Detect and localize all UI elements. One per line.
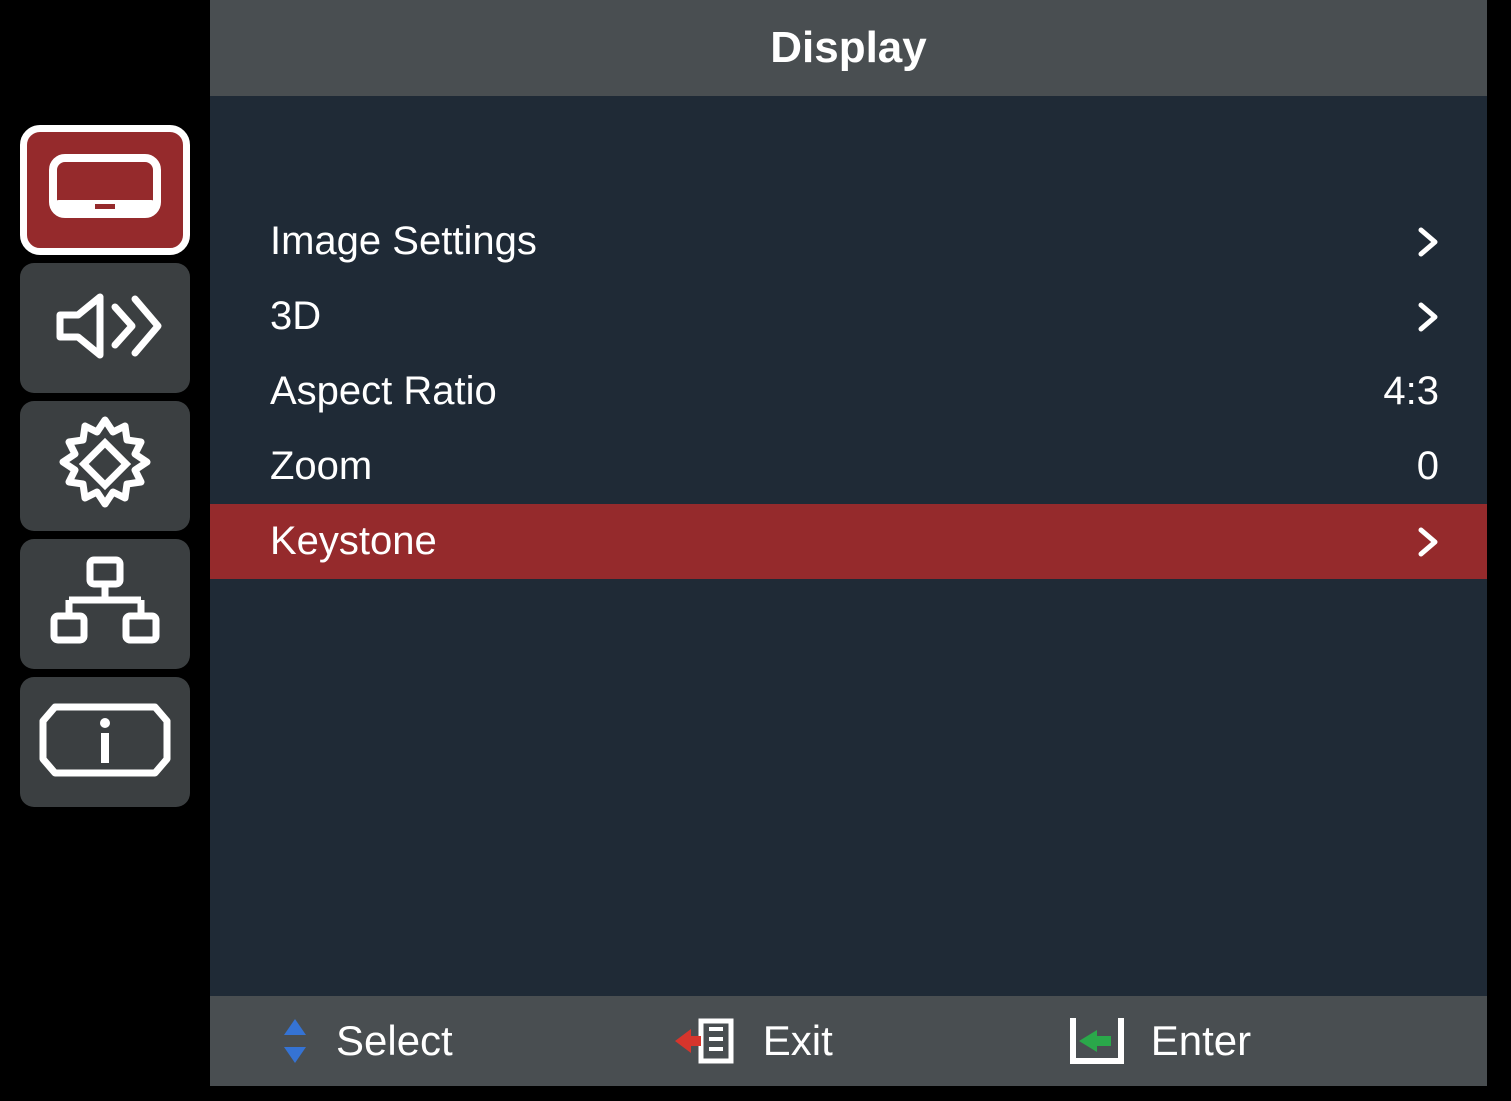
sidebar-tab-audio[interactable] — [20, 263, 190, 393]
display-icon — [45, 148, 165, 233]
network-icon — [40, 554, 170, 655]
hint-enter: Enter — [1063, 1015, 1251, 1067]
menu-title: Display — [770, 23, 927, 73]
hint-label: Exit — [763, 1017, 833, 1065]
chevron-right-icon — [1417, 526, 1439, 558]
info-icon — [35, 695, 175, 790]
gear-icon — [55, 414, 155, 519]
menu-list: Image Settings 3D Aspect Ratio 4:3 Zoom … — [210, 204, 1487, 579]
menu-item-3d[interactable]: 3D — [210, 279, 1487, 354]
exit-icon — [673, 1015, 737, 1067]
menu-label: Keystone — [270, 519, 437, 564]
sidebar-tab-info[interactable] — [20, 677, 190, 807]
sidebar-tab-setup[interactable] — [20, 401, 190, 531]
enter-icon — [1063, 1015, 1125, 1067]
menu-label: Aspect Ratio — [270, 369, 497, 414]
menu-item-zoom[interactable]: Zoom 0 — [210, 429, 1487, 504]
menu-value: 0 — [1417, 444, 1439, 489]
chevron-right-icon — [1417, 226, 1439, 258]
chevron-right-icon — [1417, 301, 1439, 333]
menu-panel: Image Settings 3D Aspect Ratio 4:3 Zoom … — [210, 96, 1487, 996]
menu-header: Display — [210, 0, 1487, 96]
footer-hints: Select Exit Enter — [210, 996, 1487, 1086]
sidebar-tab-network[interactable] — [20, 539, 190, 669]
sidebar — [20, 125, 190, 807]
menu-label: Zoom — [270, 444, 372, 489]
menu-item-aspect-ratio[interactable]: Aspect Ratio 4:3 — [210, 354, 1487, 429]
menu-label: 3D — [270, 294, 321, 339]
menu-value: 4:3 — [1383, 369, 1439, 414]
hint-label: Select — [336, 1017, 453, 1065]
sidebar-tab-display[interactable] — [20, 125, 190, 255]
hint-select: Select — [280, 1017, 453, 1065]
menu-item-image-settings[interactable]: Image Settings — [210, 204, 1487, 279]
osd-menu: Display — [0, 0, 1511, 1101]
menu-item-keystone[interactable]: Keystone — [210, 504, 1487, 579]
hint-exit: Exit — [673, 1015, 833, 1067]
updown-icon — [280, 1017, 310, 1065]
hint-label: Enter — [1151, 1017, 1251, 1065]
audio-icon — [40, 287, 170, 370]
menu-label: Image Settings — [270, 219, 537, 264]
